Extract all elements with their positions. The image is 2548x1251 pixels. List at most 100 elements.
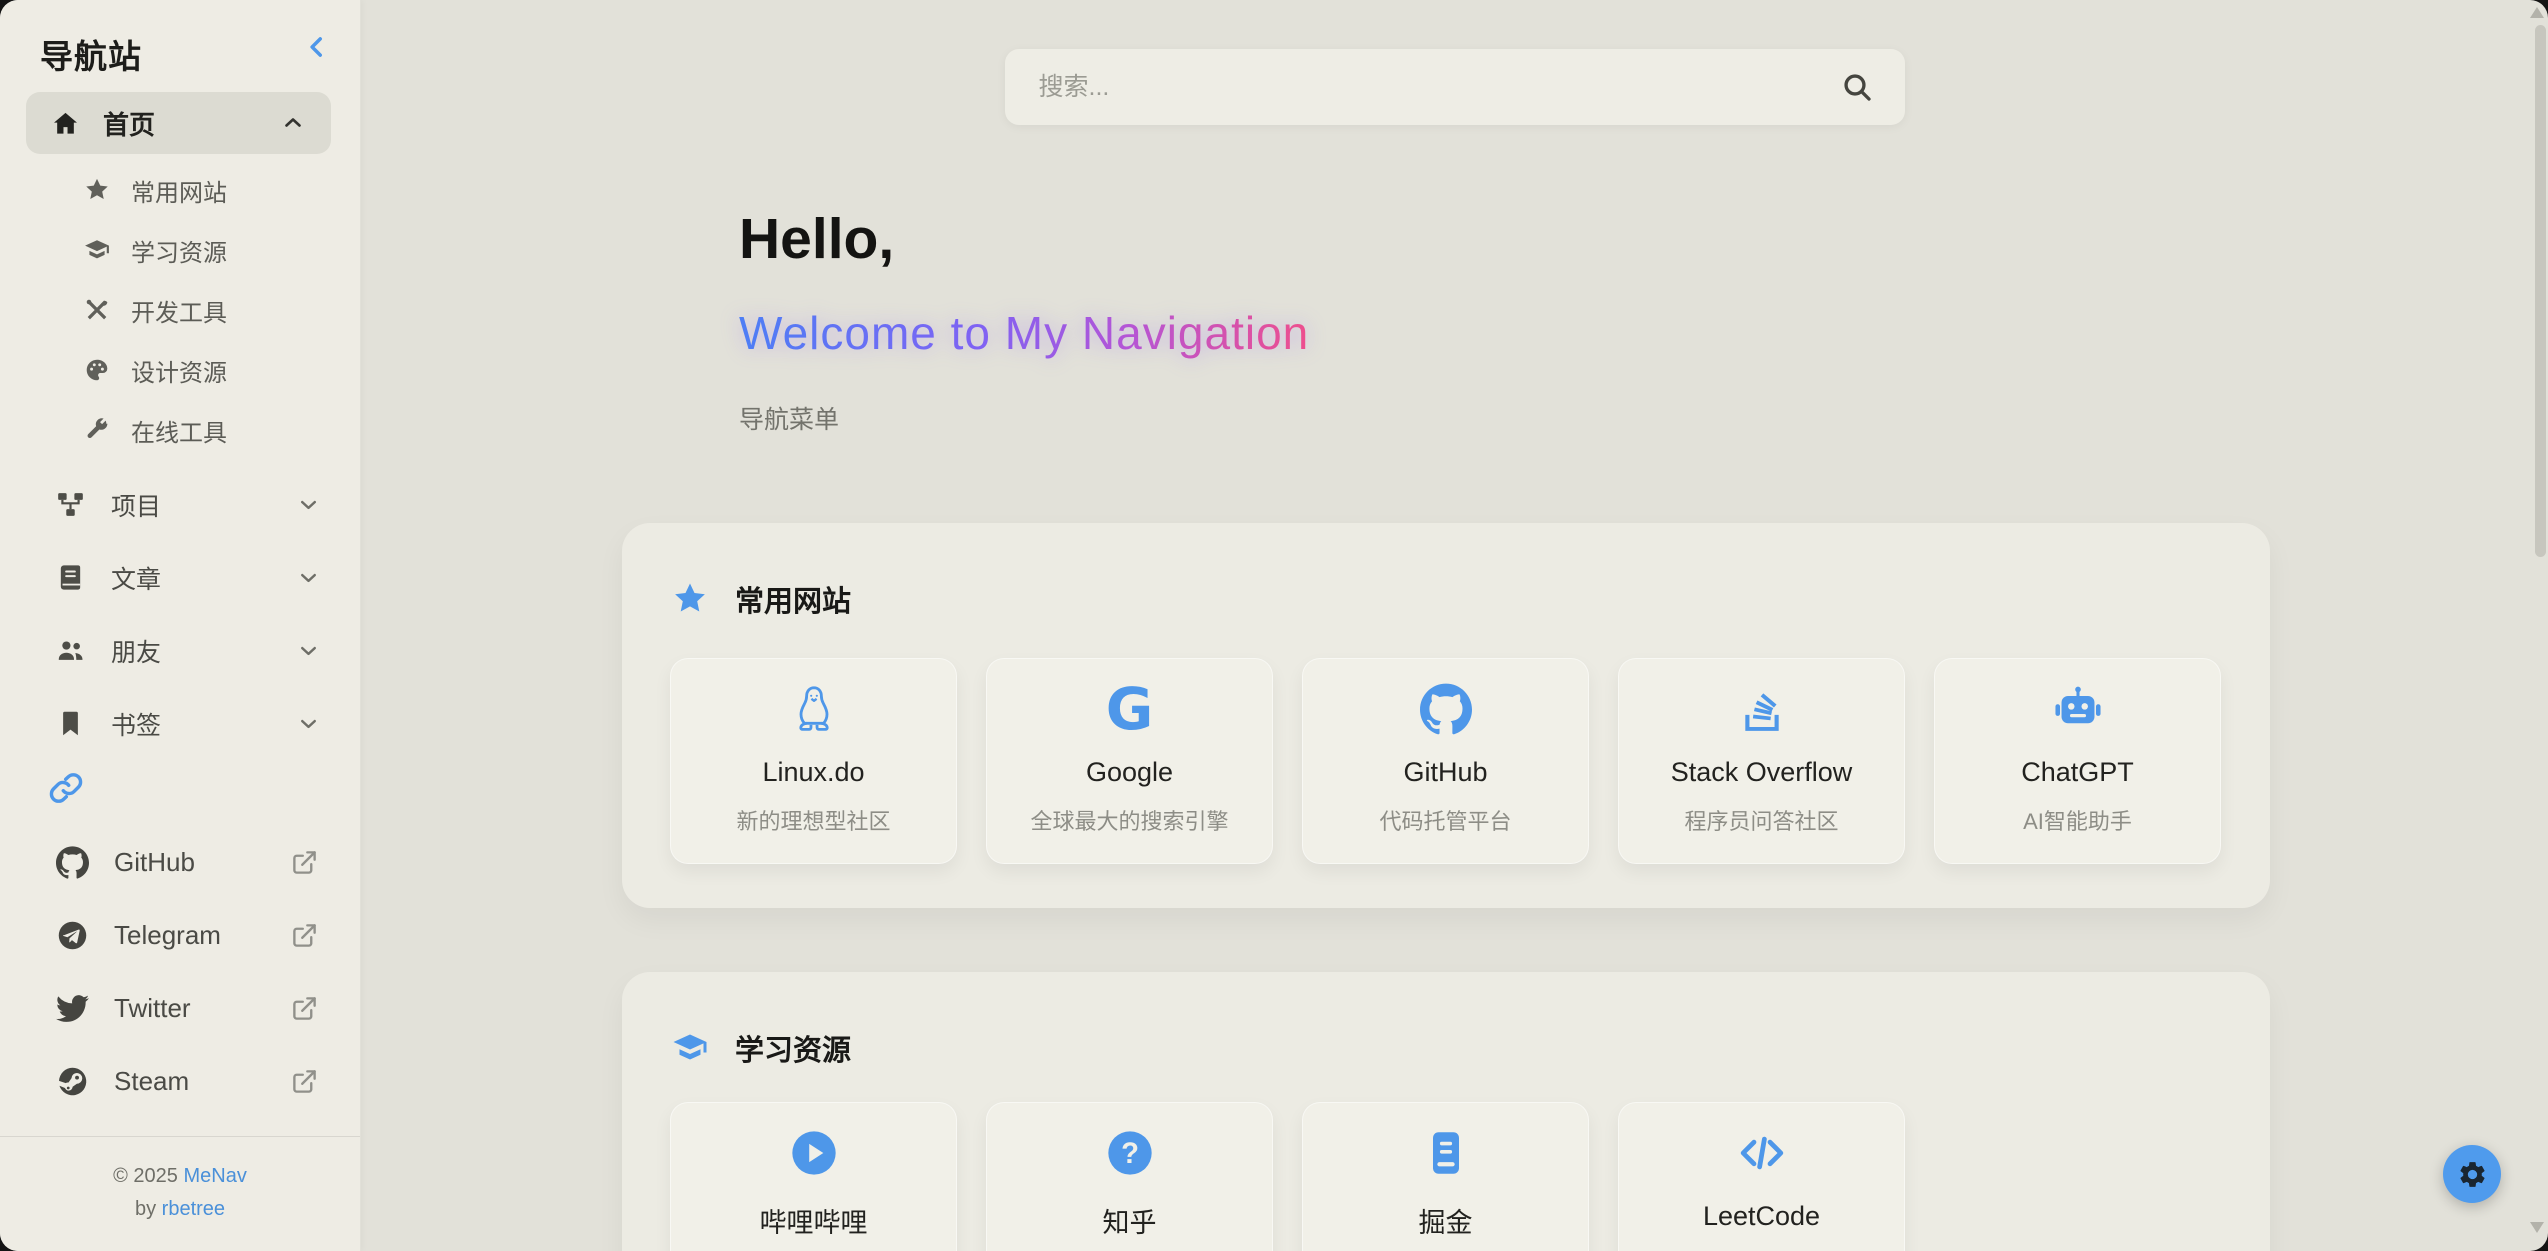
card-description: 代码托管平台 — [1379, 804, 1511, 836]
site-card-stackoverflow[interactable]: Stack Overflow 程序员问答社区 — [1618, 658, 1905, 864]
search-button[interactable] — [1841, 71, 1873, 103]
stackoverflow-icon — [1736, 683, 1788, 735]
site-title: 导航站 — [40, 30, 142, 78]
search-icon — [1841, 71, 1873, 103]
search-input[interactable] — [1037, 72, 1841, 103]
sidebar-item-label: 设计资源 — [131, 353, 227, 388]
twitter-icon — [56, 992, 89, 1025]
site-card-chatgpt[interactable]: ChatGPT AI智能助手 — [1934, 658, 2221, 864]
card-grid: Linux.do 新的理想型社区 G Google 全球最大的搜索引擎 GitH… — [670, 658, 2221, 864]
scrollbar-up-arrow[interactable] — [2530, 7, 2544, 18]
github-icon — [56, 846, 89, 879]
link-icon — [48, 770, 84, 806]
card-description: 新的理想型社区 — [736, 804, 890, 836]
by-text: by — [135, 1198, 156, 1220]
sidebar-link-steam[interactable]: Steam — [0, 1045, 360, 1118]
sidebar-item-design[interactable]: 设计资源 — [0, 340, 360, 400]
card-grid: 哔哩哔哩 知乎 掘金 LeetCode — [670, 1102, 1905, 1251]
sidebar-item-common-sites[interactable]: 常用网站 — [0, 160, 360, 220]
hero-subtitle: 导航菜单 — [739, 400, 1309, 436]
hero: Hello, Welcome to My Navigation 导航菜单 — [739, 206, 1309, 436]
project-diagram-icon — [56, 490, 85, 519]
card-title: ChatGPT — [2021, 757, 2134, 788]
sidebar-link-label: Twitter — [114, 993, 266, 1024]
journal-icon — [1420, 1127, 1472, 1179]
site-card-zhihu[interactable]: 知乎 — [986, 1102, 1273, 1251]
welcome-text: Welcome to My Navigation — [739, 306, 1309, 360]
site-card-linuxdo[interactable]: Linux.do 新的理想型社区 — [670, 658, 957, 864]
external-link-icon — [291, 849, 318, 876]
settings-fab-button[interactable] — [2443, 1145, 2501, 1203]
sidebar-item-learning[interactable]: 学习资源 — [0, 220, 360, 280]
linux-icon — [788, 683, 840, 735]
question-circle-icon — [1104, 1127, 1156, 1179]
sidebar-link-label: Telegram — [114, 920, 266, 951]
sidebar-footer: © 2025 MeNav by rbetree — [0, 1160, 360, 1226]
card-description: 程序员问答社区 — [1684, 804, 1838, 836]
chevron-left-icon — [304, 34, 330, 60]
author-link[interactable]: rbetree — [162, 1198, 225, 1220]
sidebar-link-twitter[interactable]: Twitter — [0, 972, 360, 1045]
code-icon — [1736, 1127, 1788, 1179]
sidebar-item-projects[interactable]: 项目 — [0, 468, 360, 541]
scrollbar-down-arrow[interactable] — [2530, 1222, 2544, 1233]
copyright-text: © 2025 — [113, 1165, 178, 1187]
sidebar-item-label: 朋友 — [111, 633, 271, 669]
bookmark-icon — [56, 709, 85, 738]
section-common-sites: 常用网站 Linux.do 新的理想型社区 G Google 全球最大的搜索引擎… — [622, 523, 2270, 908]
sidebar-item-label: 文章 — [111, 560, 271, 596]
gear-icon — [2457, 1159, 2488, 1190]
sidebar-item-articles[interactable]: 文章 — [0, 541, 360, 614]
menav-link[interactable]: MeNav — [184, 1165, 247, 1187]
site-card-juejin[interactable]: 掘金 — [1302, 1102, 1589, 1251]
sidebar-divider — [0, 1136, 360, 1137]
sidebar-item-label: 常用网站 — [131, 173, 227, 208]
users-icon — [56, 636, 85, 665]
graduation-cap-icon — [84, 237, 110, 263]
sidebar-item-friends[interactable]: 朋友 — [0, 614, 360, 687]
card-title: 掘金 — [1419, 1201, 1473, 1240]
search-bar — [1005, 49, 1905, 125]
home-icon — [52, 110, 79, 137]
play-circle-icon — [788, 1127, 840, 1179]
site-card-google[interactable]: G Google 全球最大的搜索引擎 — [986, 658, 1273, 864]
sidebar-item-bookmarks[interactable]: 书签 — [0, 687, 360, 760]
sidebar: 导航站 首页 常用网站 学习资源 开发工具 设计资源 — [0, 0, 361, 1251]
sidebar-link-telegram[interactable]: Telegram — [0, 899, 360, 972]
sidebar-external-links: GitHub Telegram Twitter Steam — [0, 826, 360, 1118]
sidebar-item-label: 学习资源 — [131, 233, 227, 268]
site-card-github[interactable]: GitHub 代码托管平台 — [1302, 658, 1589, 864]
external-link-icon — [291, 922, 318, 949]
greeting-text: Hello, — [739, 206, 1309, 272]
chevron-down-icon — [297, 639, 320, 662]
sidebar-item-online-tools[interactable]: 在线工具 — [0, 400, 360, 460]
sidebar-item-label: 书签 — [111, 706, 271, 742]
scrollbar-thumb[interactable] — [2535, 25, 2546, 557]
sidebar-link-label: GitHub — [114, 847, 266, 878]
site-card-bilibili[interactable]: 哔哩哔哩 — [670, 1102, 957, 1251]
sidebar-item-label: 在线工具 — [131, 413, 227, 448]
card-title: 哔哩哔哩 — [760, 1201, 868, 1240]
sidebar-item-label: 首页 — [103, 105, 257, 142]
telegram-icon — [56, 919, 89, 952]
sidebar-collapse-button[interactable] — [304, 34, 330, 60]
tools-icon — [84, 297, 110, 323]
sidebar-item-dev-tools[interactable]: 开发工具 — [0, 280, 360, 340]
chevron-up-icon — [281, 111, 305, 135]
section-title: 常用网站 — [735, 578, 851, 620]
external-link-icon — [291, 995, 318, 1022]
sidebar-link-github[interactable]: GitHub — [0, 826, 360, 899]
star-icon — [84, 177, 110, 203]
graduation-cap-icon — [672, 1030, 708, 1066]
site-card-leetcode[interactable]: LeetCode — [1618, 1102, 1905, 1251]
chevron-down-icon — [297, 493, 320, 516]
palette-icon — [84, 357, 110, 383]
app-window: 导航站 首页 常用网站 学习资源 开发工具 设计资源 — [0, 0, 2548, 1251]
sidebar-item-home[interactable]: 首页 — [26, 92, 331, 154]
main-content: Hello, Welcome to My Navigation 导航菜单 常用网… — [361, 0, 2548, 1251]
google-icon: G — [1106, 683, 1154, 735]
external-link-icon — [291, 1068, 318, 1095]
links-section-toggle[interactable] — [48, 770, 84, 806]
card-title: GitHub — [1403, 757, 1487, 788]
card-title: Stack Overflow — [1671, 757, 1853, 788]
